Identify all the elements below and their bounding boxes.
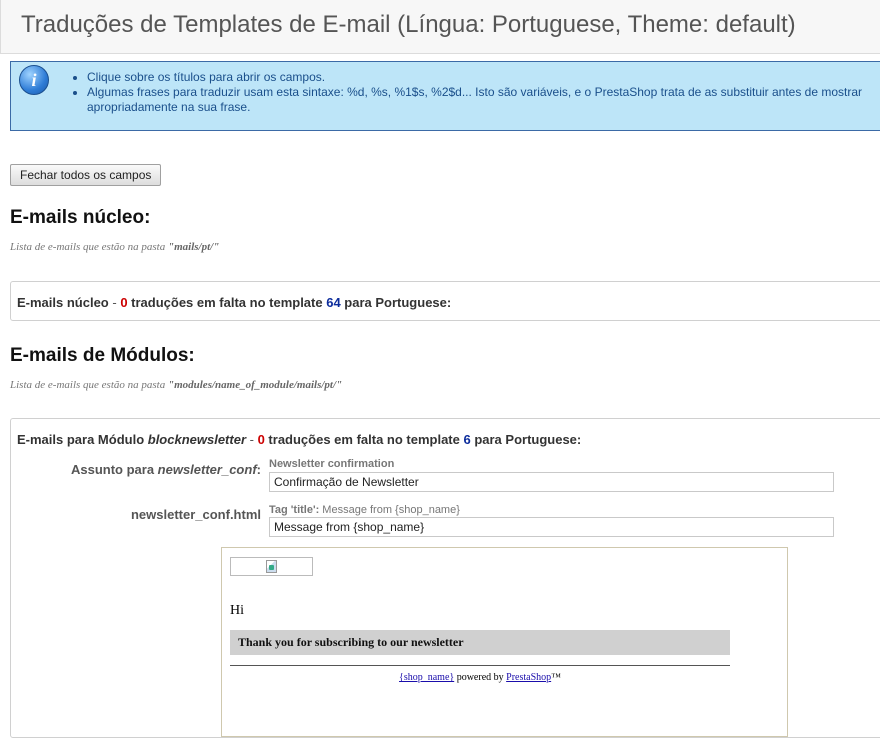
subject-translation-input[interactable] xyxy=(269,472,834,492)
module-emails-subtitle: Lista de e-mails que estão na pasta "mod… xyxy=(10,379,343,391)
subject-label: Assunto para newsletter_conf: xyxy=(70,462,261,477)
banner-text: Thank you for subscribing to our newslet… xyxy=(230,630,730,655)
greeting: Hi xyxy=(230,603,244,618)
prestashop-link[interactable]: PrestaShop xyxy=(506,672,551,683)
shop-name-link[interactable]: {shop_name} xyxy=(399,672,454,683)
page-title: Traduções de Templates de E-mail (Língua… xyxy=(21,11,796,38)
info-item: Clique sobre os títulos para abrir os ca… xyxy=(87,70,880,85)
info-list: Clique sobre os títulos para abrir os ca… xyxy=(65,70,880,115)
divider xyxy=(230,665,730,666)
core-emails-subtitle: Lista de e-mails que estão na pasta "mai… xyxy=(10,241,220,253)
info-item: Algumas frases para traduzir usam esta s… xyxy=(87,85,880,115)
info-icon: i xyxy=(19,65,49,95)
shop-logo xyxy=(230,557,313,576)
missing-count: 0 xyxy=(120,295,128,310)
info-box: i Clique sobre os títulos para abrir os … xyxy=(10,61,880,131)
preview-footer: {shop_name} powered by PrestaShop™ xyxy=(399,672,561,683)
title-translation-input[interactable] xyxy=(269,517,834,537)
subject-original-text: Newsletter confirmation xyxy=(269,458,395,470)
broken-image-icon xyxy=(266,560,277,573)
html-template-label: newsletter_conf.html xyxy=(130,507,261,522)
module-emails-legend[interactable]: E-mails para Módulo blocknewsletter - 0 … xyxy=(17,432,581,447)
email-preview[interactable]: Hi Thank you for subscribing to our news… xyxy=(221,547,788,737)
page-header: Traduções de Templates de E-mail (Língua… xyxy=(0,0,880,54)
template-count: 6 xyxy=(463,432,471,447)
missing-count: 0 xyxy=(257,432,265,447)
module-emails-heading: E-mails de Módulos: xyxy=(10,345,195,366)
close-all-fields-button[interactable]: Fechar todos os campos xyxy=(10,164,162,186)
core-emails-fieldset[interactable]: E-mails núcleo - 0 traduções em falta no… xyxy=(10,281,880,321)
core-emails-legend[interactable]: E-mails núcleo - 0 traduções em falta no… xyxy=(17,295,451,310)
core-emails-heading: E-mails núcleo: xyxy=(10,207,151,228)
title-tag-original: Tag 'title': Message from {shop_name} xyxy=(269,504,460,516)
template-count: 64 xyxy=(326,295,341,310)
